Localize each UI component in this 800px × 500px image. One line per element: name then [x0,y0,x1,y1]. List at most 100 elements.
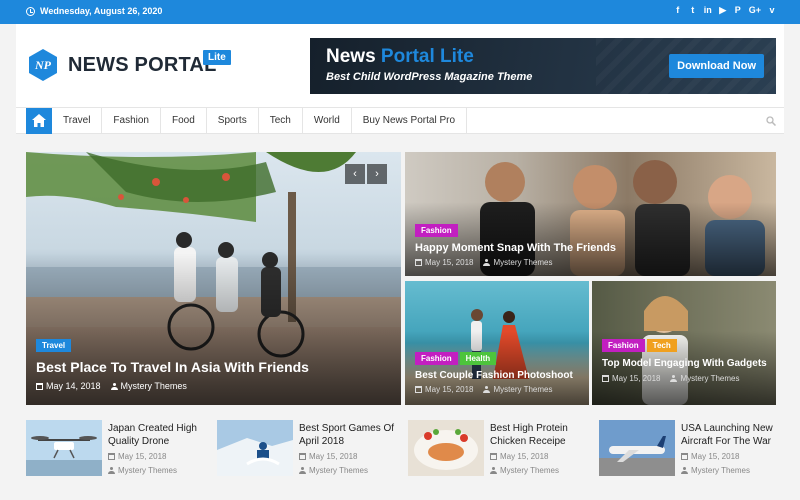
home-button[interactable] [26,108,52,134]
date-text: Wednesday, August 26, 2020 [40,6,163,16]
nav-item-fashion[interactable]: Fashion [102,108,161,134]
promo-banner[interactable]: News Portal Lite Best Child WordPress Ma… [310,38,776,94]
google-plus-icon[interactable]: G+ [749,5,761,16]
post-author[interactable]: Mystery Themes [483,258,552,267]
featured-main-title[interactable]: Best Place To Travel In Asia With Friend… [36,359,393,375]
banner-title-main: News [326,46,376,67]
twitter-icon[interactable]: t [689,5,697,16]
drone-thumbnail[interactable] [26,420,102,476]
logo-icon[interactable]: NP [26,48,60,82]
nav-item-food[interactable]: Food [161,108,207,134]
featured-bottom-left-meta: May 15, 2018 Mystery Themes [415,385,581,394]
post-date-text: May 15, 2018 [309,452,358,461]
post-author-text: Mystery Themes [680,374,740,383]
calendar-icon [415,386,422,393]
tag-fashion[interactable]: Fashion [415,352,458,365]
featured-main-caption: Travel Best Place To Travel In Asia With… [36,335,393,391]
featured-bottom-right-post[interactable]: Fashion Tech Top Model Engaging With Gadg… [592,281,776,405]
list-item[interactable]: Best High Protein Chicken Receipe May 15… [408,420,593,480]
post-meta: May 15, 2018 Mystery Themes [299,450,368,478]
slider-prev-button[interactable]: ‹ [345,164,365,184]
calendar-icon [681,453,688,460]
featured-top-right-title[interactable]: Happy Moment Snap With The Friends [415,242,768,254]
post-date: May 15, 2018 [415,258,473,267]
facebook-icon[interactable]: f [674,5,682,16]
featured-top-right-meta: May 15, 2018 Mystery Themes [415,258,768,267]
nav-item-world[interactable]: World [303,108,352,134]
youtube-icon[interactable]: ▶ [719,5,727,16]
featured-top-right-post[interactable]: Fashion Happy Moment Snap With The Frien… [405,152,776,276]
post-author[interactable]: Mystery Themes [670,374,739,383]
main-navigation: Travel Fashion Food Sports Tech World Bu… [16,107,784,134]
post-title[interactable]: Best Sport Games Of April 2018 [299,422,399,448]
post-author-text[interactable]: Mystery Themes [118,466,177,475]
post-date-text: May 15, 2018 [612,374,661,383]
featured-bottom-left-title[interactable]: Best Couple Fashion Photoshoot [415,370,581,381]
download-now-button[interactable]: Download Now [669,54,764,78]
banner-tagline: Best Child WordPress Magazine Theme [326,71,533,83]
list-item[interactable]: Best Sport Games Of April 2018 May 15, 2… [217,420,402,480]
post-author-text[interactable]: Mystery Themes [500,466,559,475]
user-icon [299,467,306,474]
clock-icon [26,6,35,16]
user-icon [108,467,115,474]
logo-mark: NP [34,58,52,72]
post-author-text[interactable]: Mystery Themes [691,466,750,475]
top-bar: Wednesday, August 26, 2020 f t in ▶ P G+… [0,0,800,24]
post-author-text: Mystery Themes [120,381,187,391]
tag-health[interactable]: Health [459,352,497,365]
post-author[interactable]: Mystery Themes [110,381,187,391]
featured-bottom-right-title[interactable]: Top Model Engaging With Gadgets [602,357,768,370]
current-date: Wednesday, August 26, 2020 [26,6,162,16]
post-author-text[interactable]: Mystery Themes [309,466,368,475]
site-title[interactable]: NEWS PORTAL [68,54,217,77]
calendar-icon [602,375,609,382]
featured-bottom-left-caption: Fashion Health Best Couple Fashion Photos… [415,348,581,394]
tag-tech[interactable]: Tech [646,339,677,352]
user-icon [483,386,491,393]
featured-main-meta: May 14, 2018 Mystery Themes [36,381,393,391]
calendar-icon [490,453,497,460]
user-icon [110,383,118,390]
post-meta: May 15, 2018 Mystery Themes [490,450,559,478]
post-meta: May 15, 2018 Mystery Themes [681,450,750,478]
tag-fashion[interactable]: Fashion [415,224,458,237]
post-date: May 15, 2018 [602,374,660,383]
user-icon [483,259,491,266]
slider-next-button[interactable]: › [367,164,387,184]
featured-top-right-caption: Fashion Happy Moment Snap With The Frien… [415,220,768,267]
sport-thumbnail[interactable] [217,420,293,476]
featured-bottom-right-caption: Fashion Tech Top Model Engaging With Gadg… [602,335,768,383]
post-author[interactable]: Mystery Themes [483,385,552,394]
post-date: May 14, 2018 [36,381,101,391]
nav-item-tech[interactable]: Tech [259,108,303,134]
featured-main-post[interactable]: ‹ › Travel Best Place To Travel In Asia … [26,152,401,405]
tag-fashion[interactable]: Fashion [602,339,645,352]
calendar-icon [299,453,306,460]
post-date-text: May 15, 2018 [425,385,474,394]
vimeo-icon[interactable]: v [768,5,776,16]
home-icon [32,114,46,127]
nav-item-travel[interactable]: Travel [52,108,103,134]
pinterest-icon[interactable]: P [734,5,742,16]
post-title[interactable]: Japan Created High Quality Drone [108,422,208,448]
banner-title-highlight: Portal Lite [380,46,474,67]
linkedin-icon[interactable]: in [704,5,712,16]
list-item[interactable]: Japan Created High Quality Drone May 15,… [26,420,211,480]
list-item[interactable]: USA Launching New Aircraft For The War M… [599,420,784,480]
post-date-text: May 15, 2018 [425,258,474,267]
post-date: May 15, 2018 [415,385,473,394]
featured-bottom-right-meta: May 15, 2018 Mystery Themes [602,374,768,383]
nav-item-sports[interactable]: Sports [207,108,259,134]
tag-travel[interactable]: Travel [36,339,72,352]
aircraft-thumbnail[interactable] [599,420,675,476]
chicken-thumbnail[interactable] [408,420,484,476]
post-title[interactable]: USA Launching New Aircraft For The War [681,422,781,448]
search-icon[interactable] [766,116,776,126]
site-header: NP NEWS PORTAL Lite News Portal Lite Bes… [16,24,784,108]
calendar-icon [36,383,43,390]
featured-bottom-left-post[interactable]: Fashion Health Best Couple Fashion Photos… [405,281,589,405]
nav-item-buy-pro[interactable]: Buy News Portal Pro [352,108,468,134]
post-title[interactable]: Best High Protein Chicken Receipe [490,422,590,448]
post-date-text: May 15, 2018 [691,452,740,461]
